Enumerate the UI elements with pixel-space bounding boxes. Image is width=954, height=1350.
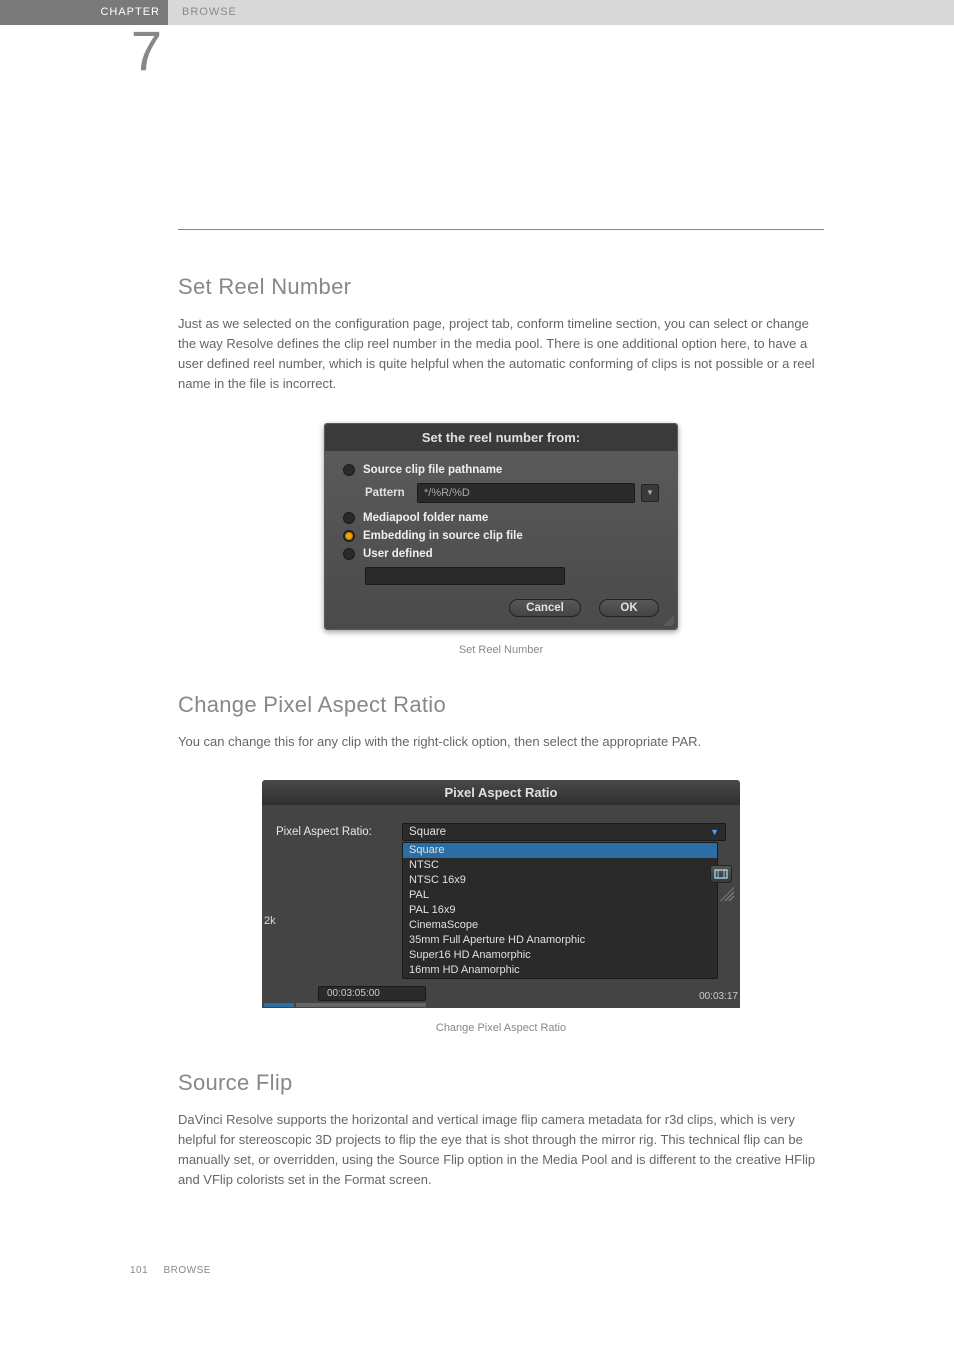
radio-icon [343, 512, 355, 524]
pattern-input[interactable]: */%R/%D [417, 483, 635, 503]
cancel-button[interactable]: Cancel [509, 599, 581, 617]
section-body-reel: Just as we selected on the configuration… [178, 314, 824, 395]
radio-source-pathname[interactable]: Source clip file pathname [343, 461, 659, 479]
radio-embedding-source[interactable]: Embedding in source clip file [343, 527, 659, 545]
par-option-35mm[interactable]: 35mm Full Aperture HD Anamorphic [403, 933, 717, 948]
radio-label: User defined [363, 548, 433, 560]
left-indicator: 2k [264, 915, 276, 927]
user-defined-input[interactable] [365, 567, 565, 585]
section-title-reel: Set Reel Number [178, 274, 824, 300]
clip-icon [714, 868, 728, 880]
radio-icon-selected [343, 530, 355, 542]
radio-label: Source clip file pathname [363, 464, 502, 476]
par-option-pal16x9[interactable]: PAL 16x9 [403, 903, 717, 918]
chevron-down-icon: ▼ [646, 488, 654, 497]
par-option-cinemascope[interactable]: CinemaScope [403, 918, 717, 933]
par-option-16mm[interactable]: 16mm HD Anamorphic [403, 963, 717, 978]
section-body-par: You can change this for any clip with th… [178, 732, 824, 752]
par-option-ntsc[interactable]: NTSC [403, 858, 717, 873]
resize-grip-icon[interactable] [720, 887, 734, 901]
section-title-par: Change Pixel Aspect Ratio [178, 692, 824, 718]
radio-user-defined[interactable]: User defined [343, 545, 659, 563]
timecode-right: 00:03:17 [699, 991, 738, 1002]
par-option-pal[interactable]: PAL [403, 888, 717, 903]
section-body-flip: DaVinci Resolve supports the horizontal … [178, 1110, 824, 1191]
par-option-super16[interactable]: Super16 HD Anamorphic [403, 948, 717, 963]
par-selected-value: Square [409, 826, 446, 838]
par-option-square[interactable]: Square [403, 843, 717, 858]
dialog-title: Set the reel number from: [325, 424, 677, 451]
section-title-flip: Source Flip [178, 1070, 824, 1096]
action-button-1[interactable] [710, 865, 732, 883]
timeline-scrub[interactable] [264, 1003, 426, 1007]
pattern-dropdown-button[interactable]: ▼ [641, 484, 659, 502]
radio-label: Embedding in source clip file [363, 530, 523, 542]
figure-caption-par: Change Pixel Aspect Ratio [178, 1022, 824, 1034]
radio-mediapool-folder[interactable]: Mediapool folder name [343, 509, 659, 527]
par-option-ntsc16x9[interactable]: NTSC 16x9 [403, 873, 717, 888]
browse-label: BROWSE [168, 0, 954, 25]
section-divider [178, 229, 824, 230]
par-label: Pixel Aspect Ratio: [276, 826, 392, 838]
figure-caption-reel: Set Reel Number [178, 644, 824, 656]
page-number: 101 [130, 1265, 148, 1276]
par-footer: 00:03:05:00 00:03:17 [262, 983, 740, 1008]
pattern-label: Pattern [365, 487, 411, 499]
radio-icon [343, 464, 355, 476]
timecode-left: 00:03:05:00 [318, 986, 426, 1001]
dialog-title: Pixel Aspect Ratio [262, 780, 740, 805]
page-footer: 101 BROWSE [130, 1265, 211, 1276]
par-dropdown-list: Square NTSC NTSC 16x9 PAL PAL 16x9 Cinem… [402, 842, 718, 979]
chapter-number: 7 [0, 23, 168, 79]
set-reel-number-dialog: Set the reel number from: Source clip fi… [324, 423, 678, 630]
radio-label: Mediapool folder name [363, 512, 488, 524]
pixel-aspect-ratio-dialog: Pixel Aspect Ratio Pixel Aspect Ratio: S… [262, 780, 740, 1008]
ok-button[interactable]: OK [599, 599, 659, 617]
radio-icon [343, 548, 355, 560]
footer-section: BROWSE [163, 1265, 210, 1276]
chevron-down-icon: ▼ [710, 827, 719, 837]
par-select[interactable]: Square ▼ [402, 823, 726, 841]
